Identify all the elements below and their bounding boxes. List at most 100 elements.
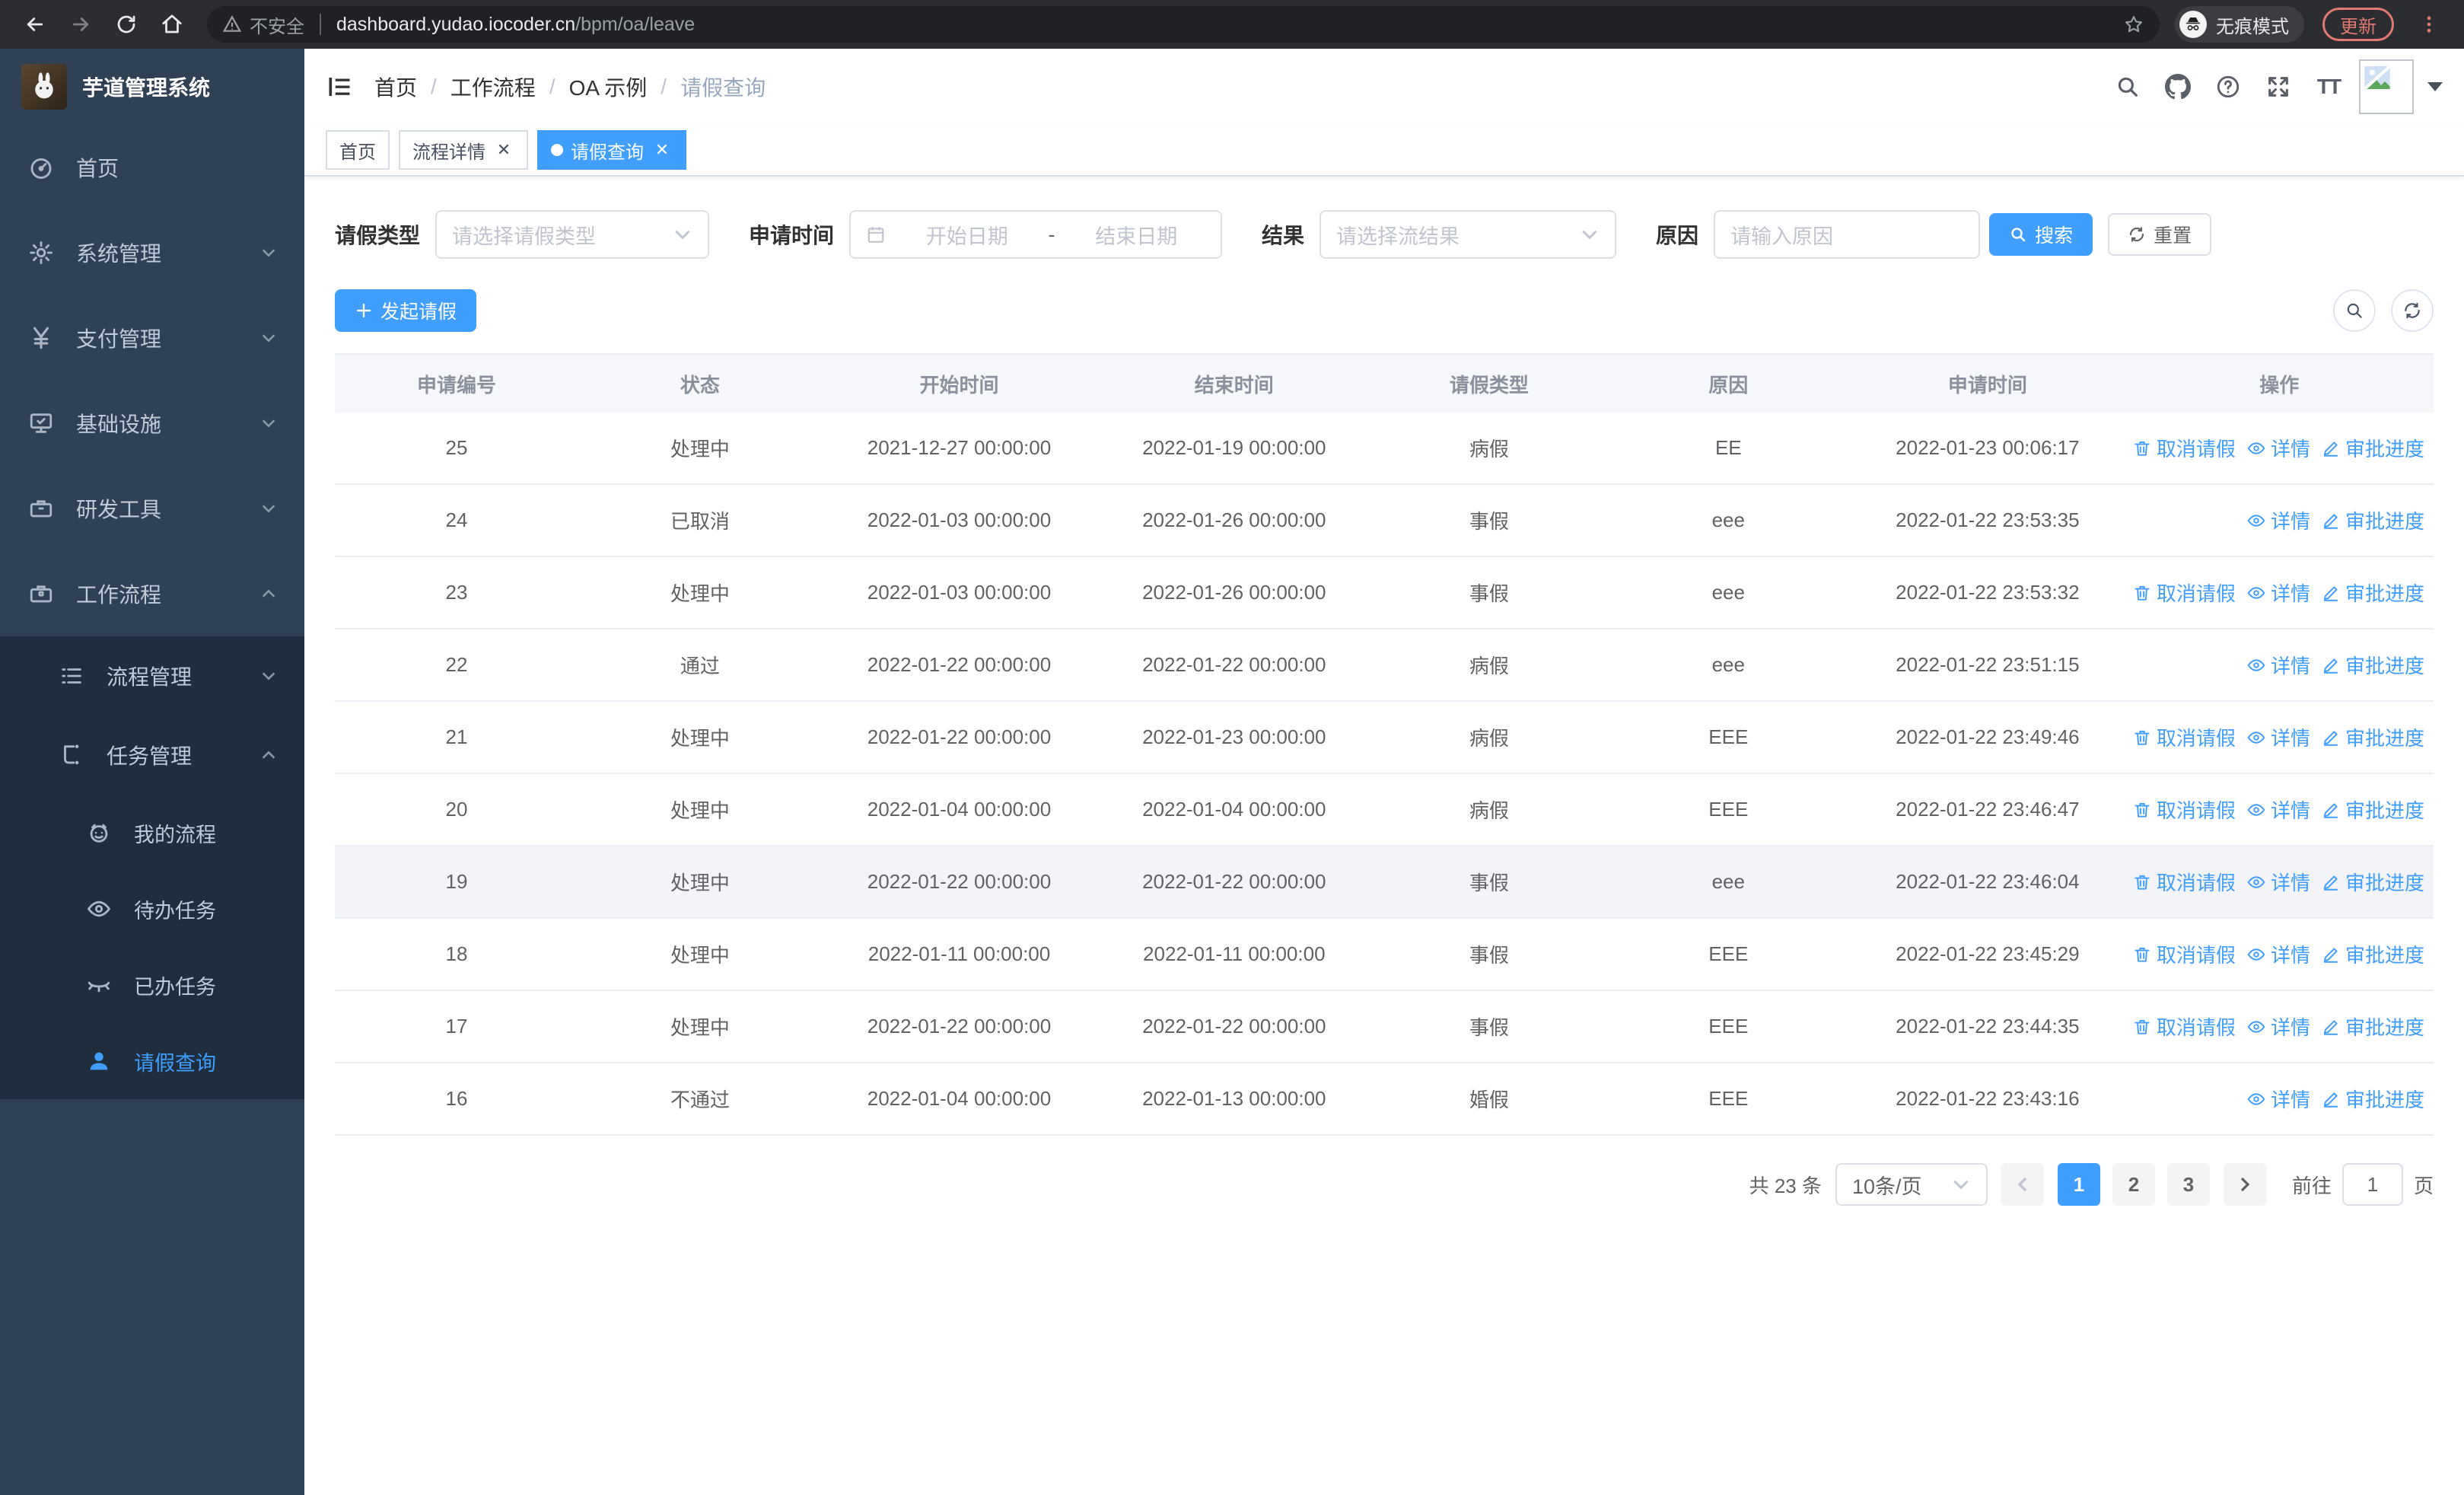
tab-process-detail[interactable]: 流程详情 ✕ xyxy=(399,130,528,170)
cancel-leave-link[interactable]: 取消请假 xyxy=(2132,723,2236,751)
tree-icon xyxy=(58,742,85,768)
filter-result: 结果 请选择流结果 xyxy=(1262,210,1617,259)
page-button-3[interactable]: 3 xyxy=(2166,1163,2210,1206)
chevron-down-icon xyxy=(260,330,277,346)
progress-link[interactable]: 审批进度 xyxy=(2321,579,2424,607)
tab-leave-query[interactable]: 请假查询 ✕ xyxy=(537,130,686,170)
help-icon[interactable] xyxy=(2208,67,2248,107)
browser-menu-icon[interactable] xyxy=(2409,5,2449,44)
detail-link[interactable]: 详情 xyxy=(2246,795,2310,824)
fullscreen-icon[interactable] xyxy=(2259,67,2298,107)
leave-type-select[interactable]: 请选择请假类型 xyxy=(435,210,710,259)
breadcrumb-current: 请假查询 xyxy=(680,76,766,100)
detail-link[interactable]: 详情 xyxy=(2246,506,2310,534)
page-button-2[interactable]: 2 xyxy=(2112,1163,2155,1206)
sidebar-item-my-process[interactable]: 我的流程 xyxy=(0,795,304,871)
avatar-caret-icon[interactable] xyxy=(2427,82,2443,91)
font-size-icon[interactable]: TT xyxy=(2309,67,2348,107)
search-button[interactable]: 搜索 xyxy=(1989,213,2093,256)
close-icon[interactable]: ✕ xyxy=(493,139,514,161)
detail-link[interactable]: 详情 xyxy=(2246,434,2310,462)
table-toolbar: 发起请假 xyxy=(335,289,2434,332)
search-icon[interactable] xyxy=(2108,67,2147,107)
date-range-picker[interactable]: 开始日期 - 结束日期 xyxy=(849,210,1223,259)
sidebar-item-process-mgmt[interactable]: 流程管理 xyxy=(0,636,304,716)
pen-icon xyxy=(2323,513,2338,529)
trash-icon xyxy=(2135,585,2150,601)
progress-link[interactable]: 审批进度 xyxy=(2321,1012,2424,1041)
refresh-button[interactable] xyxy=(2391,289,2434,332)
detail-link[interactable]: 详情 xyxy=(2246,723,2310,751)
sidebar-item-payment[interactable]: 支付管理 xyxy=(0,295,304,381)
table-body: 25 处理中 2021-12-27 00:00:00 2022-01-19 00… xyxy=(335,413,2434,1136)
avatar[interactable] xyxy=(2359,59,2414,114)
breadcrumb-oa[interactable]: OA 示例 xyxy=(569,72,648,102)
cancel-leave-link[interactable]: 取消请假 xyxy=(2132,940,2236,968)
sidebar-toggle-icon[interactable] xyxy=(326,73,353,100)
sidebar-item-todo-tasks[interactable]: 待办任务 xyxy=(0,871,304,947)
progress-link[interactable]: 审批进度 xyxy=(2321,868,2424,896)
total-count: 共 23 条 xyxy=(1749,1174,1822,1197)
monitor-icon xyxy=(27,410,55,436)
detail-link[interactable]: 详情 xyxy=(2246,940,2310,968)
cancel-leave-link[interactable]: 取消请假 xyxy=(2132,1012,2236,1041)
tab-home[interactable]: 首页 xyxy=(326,130,390,170)
end-date-placeholder: 结束日期 xyxy=(1095,225,1178,248)
sidebar-item-devtools[interactable]: 研发工具 xyxy=(0,466,304,551)
table-row: 16 不通过 2022-01-04 00:00:00 2022-01-13 00… xyxy=(335,1063,2434,1136)
goto-page-input[interactable]: 1 xyxy=(2341,1163,2403,1206)
back-icon[interactable] xyxy=(15,5,55,44)
next-page-button[interactable] xyxy=(2223,1163,2266,1206)
cancel-leave-link[interactable]: 取消请假 xyxy=(2132,868,2236,896)
forward-icon[interactable] xyxy=(61,5,100,44)
sidebar-item-system[interactable]: 系统管理 xyxy=(0,210,304,295)
progress-link[interactable]: 审批进度 xyxy=(2321,940,2424,968)
page-button-1[interactable]: 1 xyxy=(2057,1163,2100,1206)
bookmark-star-icon[interactable] xyxy=(2123,14,2144,35)
reset-button[interactable]: 重置 xyxy=(2108,213,2212,256)
result-select[interactable]: 请选择流结果 xyxy=(1320,210,1617,259)
progress-link[interactable]: 审批进度 xyxy=(2321,651,2424,679)
update-button[interactable]: 更新 xyxy=(2322,8,2394,41)
chevron-down-icon xyxy=(260,668,277,684)
detail-link[interactable]: 详情 xyxy=(2246,1085,2310,1113)
sidebar-item-workflow[interactable]: 工作流程 xyxy=(0,551,304,636)
security-warning[interactable]: 不安全 xyxy=(222,11,304,38)
sidebar-logo[interactable]: 芋道管理系统 xyxy=(0,49,304,125)
cancel-leave-link[interactable]: 取消请假 xyxy=(2132,434,2236,462)
sidebar-item-leave-query[interactable]: 请假查询 xyxy=(0,1023,304,1099)
detail-link[interactable]: 详情 xyxy=(2246,868,2310,896)
trash-icon xyxy=(2135,875,2150,890)
chevron-down-icon xyxy=(1953,1180,1969,1190)
sidebar-item-done-tasks[interactable]: 已办任务 xyxy=(0,947,304,1023)
pen-icon xyxy=(2323,658,2338,674)
close-icon[interactable]: ✕ xyxy=(651,139,673,161)
page-size-select[interactable]: 10条/页 xyxy=(1835,1163,1988,1206)
sidebar-item-task-mgmt[interactable]: 任务管理 xyxy=(0,716,304,795)
sidebar-item-home[interactable]: 首页 xyxy=(0,125,304,210)
cancel-leave-link[interactable]: 取消请假 xyxy=(2132,795,2236,824)
briefcase-icon xyxy=(27,581,55,607)
sidebar-item-infra[interactable]: 基础设施 xyxy=(0,381,304,466)
cancel-leave-link[interactable]: 取消请假 xyxy=(2132,579,2236,607)
github-icon[interactable] xyxy=(2158,67,2198,107)
broken-image-icon xyxy=(2363,65,2392,91)
progress-link[interactable]: 审批进度 xyxy=(2321,434,2424,462)
create-leave-button[interactable]: 发起请假 xyxy=(335,289,477,332)
table-row: 24 已取消 2022-01-03 00:00:00 2022-01-26 00… xyxy=(335,485,2434,557)
address-bar[interactable]: 不安全 dashboard.yudao.iocoder.cn/bpm/oa/le… xyxy=(207,6,2160,43)
progress-link[interactable]: 审批进度 xyxy=(2321,1085,2424,1113)
hide-search-button[interactable] xyxy=(2333,289,2376,332)
progress-link[interactable]: 审批进度 xyxy=(2321,795,2424,824)
breadcrumb-workflow[interactable]: 工作流程 xyxy=(450,72,536,102)
breadcrumb-home[interactable]: 首页 xyxy=(374,72,417,102)
home-icon[interactable] xyxy=(152,5,192,44)
detail-link[interactable]: 详情 xyxy=(2246,651,2310,679)
detail-link[interactable]: 详情 xyxy=(2246,579,2310,607)
reason-input[interactable]: 请输入原因 xyxy=(1714,210,1981,259)
detail-link[interactable]: 详情 xyxy=(2246,1012,2310,1041)
reload-icon[interactable] xyxy=(107,5,146,44)
prev-page-button[interactable] xyxy=(2001,1163,2044,1206)
progress-link[interactable]: 审批进度 xyxy=(2321,723,2424,751)
progress-link[interactable]: 审批进度 xyxy=(2321,506,2424,534)
